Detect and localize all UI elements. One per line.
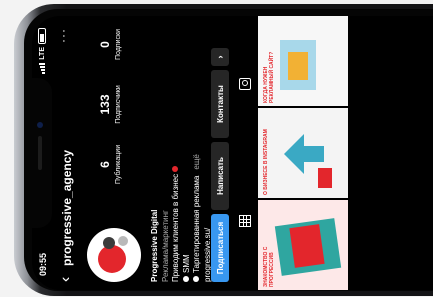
grid-icon — [239, 215, 251, 228]
stat-following[interactable]: 0 Подписки — [98, 17, 122, 72]
bio-line: SMM — [182, 22, 193, 282]
status-time: 09:55 — [38, 252, 48, 276]
target-emoji-icon — [172, 165, 178, 172]
post-graphic-accent — [318, 168, 332, 188]
contacts-button[interactable]: Контакты — [211, 70, 229, 138]
stat-followers[interactable]: 133 Подписчики — [98, 77, 122, 132]
posts-label: Публикации — [115, 144, 122, 185]
more-options-icon[interactable]: ··· — [56, 28, 70, 43]
bio-line: Приводим клиентов в бизнес — [171, 22, 182, 282]
posts-grid: ЗНАКОМСТВО С ПРОГРЕССИВ О БИЗНЕСЕ В INST… — [258, 16, 348, 290]
logo-red-circle — [98, 245, 126, 273]
post-caption: О БИЗНЕСЕ В INSTAGRAM — [263, 129, 269, 195]
tagged-icon — [239, 78, 251, 91]
bio-more-link[interactable]: ещё — [192, 154, 201, 169]
status-right: LTE — [38, 28, 46, 74]
bio-line: Таргетированная рекламаещё — [192, 22, 203, 282]
action-buttons: Подписаться Написать Контакты › — [211, 22, 229, 282]
phone-screen: 09:55 LTE ‹ progressive_agency ··· 6 Пуб… — [32, 16, 433, 290]
post-caption: КОГДА НУЖЕН РЕКЛАМНЫЙ САЙТ? — [263, 51, 275, 103]
suggestions-chevron-icon[interactable]: › — [211, 48, 229, 66]
post-thumbnail[interactable]: КОГДА НУЖЕН РЕКЛАМНЫЙ САЙТ? — [258, 16, 348, 106]
follow-button[interactable]: Подписаться — [211, 214, 229, 282]
signal-icon — [39, 62, 45, 74]
stat-posts[interactable]: 6 Публикации — [98, 137, 122, 192]
logo-grey-circle — [118, 236, 128, 246]
post-caption: ЗНАКОМСТВО С ПРОГРЕССИВ — [263, 246, 275, 287]
profile-tabs — [235, 16, 255, 290]
profile-name: Progressive Digital — [150, 209, 159, 282]
bullet-icon — [182, 276, 189, 282]
message-button[interactable]: Написать — [211, 142, 229, 210]
network-label: LTE — [38, 47, 46, 60]
profile-username: progressive_agency — [60, 149, 74, 266]
bullet-icon — [193, 276, 199, 282]
posts-count: 6 — [98, 161, 112, 168]
logo-dark-circle — [103, 237, 115, 249]
followers-label: Подписчики — [115, 85, 122, 124]
post-graphic-accent — [288, 52, 308, 80]
profile-header: ‹ progressive_agency ··· — [56, 16, 78, 290]
profile-category: Реклама/маркетинг — [160, 210, 170, 282]
back-icon[interactable]: ‹ — [57, 277, 75, 282]
battery-icon — [38, 28, 46, 44]
post-graphic-accent — [289, 224, 325, 268]
followers-count: 133 — [98, 94, 112, 115]
profile-bio: Progressive Digital Реклама/маркетинг Пр… — [150, 22, 213, 282]
profile-stats: 6 Публикации 133 Подписчики 0 Подписки — [98, 17, 122, 192]
post-thumbnail[interactable]: О БИЗНЕСЕ В INSTAGRAM — [258, 108, 348, 198]
following-label: Подписки — [115, 28, 122, 61]
post-thumbnail[interactable]: ЗНАКОМСТВО С ПРОГРЕССИВ — [258, 200, 348, 290]
tab-tagged[interactable] — [235, 16, 255, 153]
tab-grid[interactable] — [235, 153, 255, 290]
following-count: 0 — [98, 41, 112, 48]
status-bar: 09:55 LTE — [32, 16, 54, 290]
avatar[interactable] — [87, 228, 141, 282]
